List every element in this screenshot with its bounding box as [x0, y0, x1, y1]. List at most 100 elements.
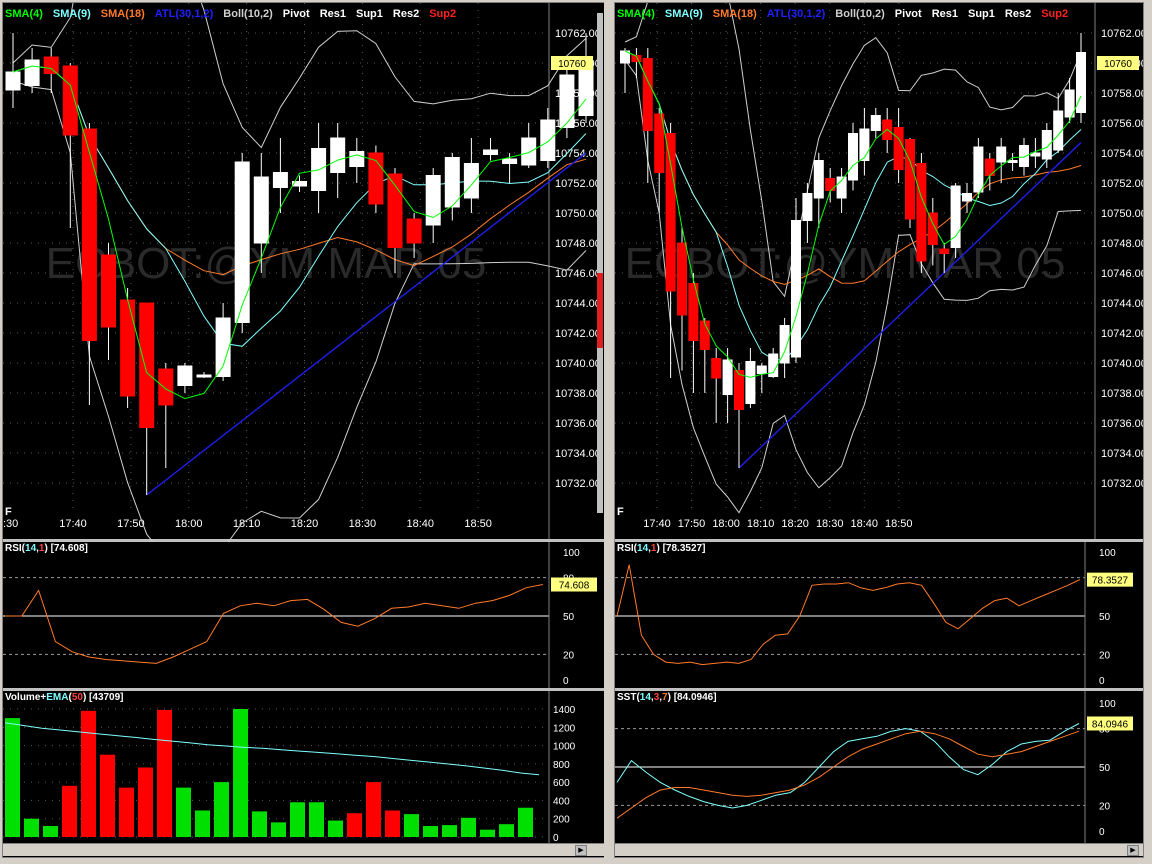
candle-body: [24, 59, 40, 86]
price-tick-label: 10732.00: [555, 478, 601, 490]
left-price-pane[interactable]: 10762.0010760.0010758.0010756.0010754.00…: [3, 3, 605, 572]
volume-bar: [366, 782, 381, 837]
candle-body: [642, 58, 653, 131]
volume-bar: [423, 826, 438, 837]
candlestick[interactable]: [848, 123, 858, 191]
legend-sup1[interactable]: Sup1: [968, 8, 995, 20]
candle-body: [81, 128, 97, 341]
legend-sma4[interactable]: SMA(4): [5, 8, 43, 20]
left-price-scrollbar[interactable]: [597, 13, 603, 513]
left-volume-chart[interactable]: 1400120010008006004002000: [3, 691, 605, 844]
right-scroll-right-arrow[interactable]: ▶: [1127, 845, 1139, 856]
legend-sup2[interactable]: Sup2: [1041, 8, 1068, 20]
right-sst-chart[interactable]: 100805020084.0946: [615, 691, 1143, 843]
volume-bar: [271, 822, 286, 837]
legend-atl[interactable]: ATL(30,1,2): [767, 8, 825, 20]
volume-bar: [119, 787, 134, 837]
volume-bar: [499, 824, 514, 837]
candlestick[interactable]: [791, 198, 801, 363]
legend-sma4[interactable]: SMA(4): [617, 8, 655, 20]
legend-res2[interactable]: Res2: [393, 8, 419, 20]
candle-body: [502, 158, 518, 164]
candle-body: [215, 317, 231, 377]
sst-tick-label: 100: [1099, 699, 1116, 710]
left-rsi-pane[interactable]: 100805020074.608 RSI(14,1) [74.608]: [3, 542, 605, 691]
osc-tick-label: 50: [563, 612, 575, 623]
legend-boll[interactable]: Boll(10,2): [223, 8, 273, 20]
left-legend: SMA(4) SMA(9) SMA(18) ATL(30,1,2) Boll(10,2)…: [5, 8, 466, 20]
left-scroll-thumb[interactable]: [597, 273, 603, 348]
candle-body: [253, 176, 269, 244]
corner-letter: F: [617, 506, 624, 518]
legend-sup1[interactable]: Sup1: [356, 8, 383, 20]
price-tick-label: 10756.00: [1101, 118, 1144, 130]
candle-body: [734, 370, 744, 410]
legend-sup2[interactable]: Sup2: [429, 8, 456, 20]
sst-tick-label: 0: [1099, 827, 1105, 838]
legend-sma9[interactable]: SMA(9): [665, 8, 703, 20]
volume-bar: [43, 826, 58, 837]
volume-tick-label: 600: [553, 778, 570, 789]
price-tick-label: 10736.00: [1101, 418, 1144, 430]
time-tick-label: 18:20: [291, 518, 319, 530]
left-volume-pane[interactable]: 1400 1200 1000 800 600 400 200 0 Volume+EMA(50)…: [3, 691, 605, 844]
right-rsi-chart[interactable]: 100805020078.3527: [615, 542, 1143, 688]
right-sst-pane[interactable]: 100805020084.0946 SST(14,3,7) [84.0946]: [615, 691, 1143, 843]
right-rsi-pane[interactable]: 100805020078.3527 RSI(14,1) [78.3527]: [615, 542, 1143, 691]
legend-res1[interactable]: Res1: [932, 8, 958, 20]
right-price-pane[interactable]: 10762.0010760.0010758.0010756.0010754.00…: [615, 3, 1143, 542]
volume-bar: [309, 802, 324, 837]
candle-body: [711, 358, 722, 379]
candle-body: [791, 220, 801, 358]
left-chart-window[interactable]: 10762.0010760.0010758.0010756.0010754.00…: [2, 2, 606, 858]
right-price-chart[interactable]: 10762.0010760.0010758.0010756.0010754.00…: [615, 3, 1143, 539]
time-tick-label: 17:50: [678, 518, 706, 530]
candlestick[interactable]: [950, 183, 961, 258]
time-tick-label: 18:50: [464, 518, 492, 530]
candlestick[interactable]: [120, 288, 136, 408]
window-splitter[interactable]: [604, 0, 614, 864]
candle-body: [859, 128, 870, 161]
candlestick[interactable]: [905, 138, 915, 228]
time-tick-label: :30: [3, 518, 18, 530]
legend-sma18[interactable]: SMA(18): [713, 8, 757, 20]
right-horizontal-scrollbar[interactable]: ▶: [615, 843, 1143, 856]
legend-atl[interactable]: ATL(30,1,2): [155, 8, 213, 20]
time-tick-label: 17:40: [643, 518, 671, 530]
left-volume-header: Volume+EMA(50) [43709]: [5, 692, 124, 703]
candle-body: [1064, 89, 1075, 118]
legend-pivot[interactable]: Pivot: [283, 8, 310, 20]
legend-pivot[interactable]: Pivot: [895, 8, 922, 20]
candle-body: [540, 119, 556, 161]
candle-body: [813, 160, 824, 199]
candle-body: [905, 139, 915, 220]
candle-body: [665, 133, 676, 292]
candlestick[interactable]: [368, 145, 384, 214]
volume-bar: [385, 810, 400, 837]
candlestick[interactable]: [916, 153, 927, 273]
legend-res2[interactable]: Res2: [1005, 8, 1031, 20]
volume-tick-label: 400: [553, 796, 570, 807]
legend-boll[interactable]: Boll(10,2): [835, 8, 885, 20]
left-scroll-right-arrow[interactable]: ▶: [575, 845, 587, 856]
volume-tick-label: 1200: [553, 723, 576, 734]
candle-body: [234, 161, 250, 323]
left-price-chart[interactable]: 10762.0010760.0010758.0010756.0010754.00…: [3, 3, 605, 572]
corner-letter: F: [5, 506, 12, 518]
price-tick-label: 10762.00: [1101, 28, 1144, 40]
plot-background: [615, 542, 1143, 688]
price-tick-label: 10752.00: [1101, 178, 1144, 190]
legend-res1[interactable]: Res1: [320, 8, 346, 20]
left-rsi-chart[interactable]: 100805020074.608: [3, 542, 605, 688]
legend-sma18[interactable]: SMA(18): [101, 8, 145, 20]
candle-body: [916, 163, 927, 262]
candle-body: [745, 361, 756, 404]
price-tick-label: 10750.00: [1101, 208, 1144, 220]
right-chart-window[interactable]: 10762.0010760.0010758.0010756.0010754.00…: [614, 2, 1144, 858]
candle-body: [463, 163, 479, 199]
watermark: ECBOT:@YM MAR 05: [625, 239, 1066, 288]
left-horizontal-scrollbar[interactable]: ▶: [3, 843, 605, 856]
legend-sma9[interactable]: SMA(9): [53, 8, 91, 20]
time-tick-label: 18:50: [885, 518, 913, 530]
volume-bar: [290, 802, 305, 837]
